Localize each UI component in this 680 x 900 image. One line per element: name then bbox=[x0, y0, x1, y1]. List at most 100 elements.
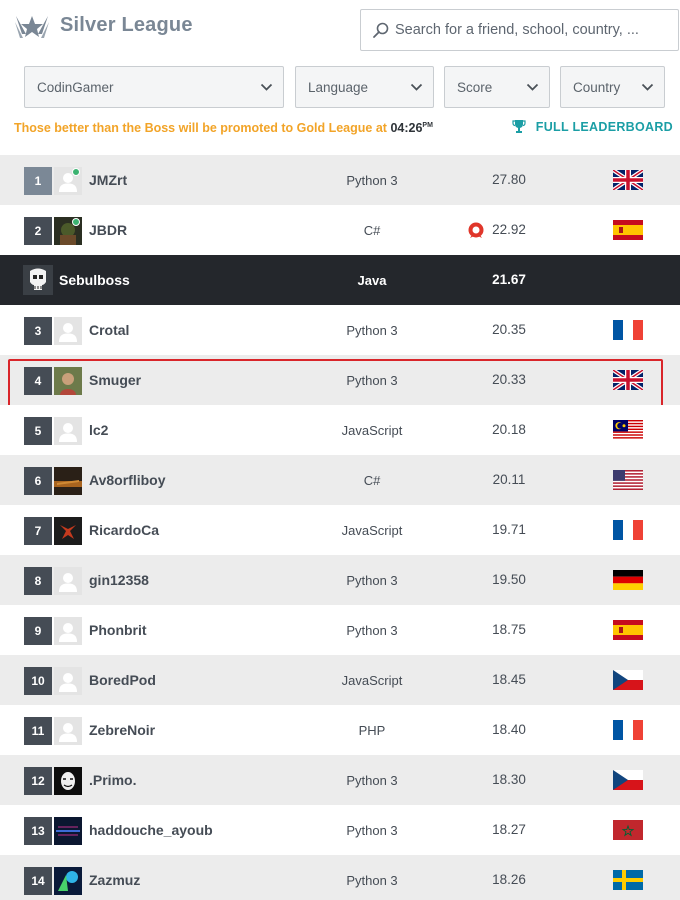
leaderboard-row-selected[interactable]: 4 Smuger Python 3 20.33 bbox=[0, 355, 680, 407]
player-name[interactable]: BoredPod bbox=[89, 672, 156, 688]
player-language: PHP bbox=[358, 723, 386, 738]
leaderboard-row[interactable]: 11 ZebreNoir PHP 18.40 bbox=[0, 705, 680, 755]
player-name[interactable]: JBDR bbox=[89, 222, 127, 238]
country-flag-icon bbox=[613, 170, 643, 190]
player-avatar[interactable] bbox=[54, 767, 82, 795]
leaderboard-row[interactable]: 9 Phonbrit Python 3 18.75 bbox=[0, 605, 680, 655]
player-name[interactable]: JMZrt bbox=[89, 172, 127, 188]
rank-badge: 4 bbox=[24, 367, 52, 395]
player-language: Python 3 bbox=[346, 323, 398, 338]
country-flag-icon bbox=[613, 770, 643, 790]
rank-badge: 2 bbox=[24, 217, 52, 245]
rank-badge: 12 bbox=[24, 767, 52, 795]
rank-badge: 11 bbox=[24, 717, 52, 745]
rank-badge: 13 bbox=[24, 817, 52, 845]
player-avatar[interactable] bbox=[54, 367, 82, 395]
player-avatar[interactable] bbox=[54, 717, 82, 745]
leaderboard-row[interactable]: 6 Av8orfliboy C# 20.11 bbox=[0, 455, 680, 505]
leaderboard-row[interactable]: 5 lc2 JavaScript 20.18 bbox=[0, 405, 680, 455]
leaderboard-row[interactable]: 3 Crotal Python 3 20.35 bbox=[0, 305, 680, 355]
country-filter[interactable]: Country bbox=[560, 66, 665, 108]
league-title: Silver League bbox=[60, 14, 193, 36]
player-avatar[interactable] bbox=[54, 567, 82, 595]
country-flag-icon bbox=[613, 520, 643, 540]
player-avatar[interactable] bbox=[54, 817, 82, 845]
player-score: 18.75 bbox=[492, 622, 526, 637]
rank-badge: 7 bbox=[24, 517, 52, 545]
player-avatar[interactable] bbox=[54, 467, 82, 495]
promotion-time-suffix: PM bbox=[422, 121, 433, 129]
chevron-down-icon bbox=[526, 83, 539, 91]
player-language: Python 3 bbox=[346, 773, 398, 788]
player-score: 20.18 bbox=[492, 422, 526, 437]
rank-badge: 14 bbox=[24, 867, 52, 895]
country-flag-icon bbox=[613, 670, 643, 690]
leaderboard-row[interactable]: 1 JMZrt Python 3 27.80 bbox=[0, 155, 680, 205]
player-language: Python 3 bbox=[346, 873, 398, 888]
leaderboard-row[interactable]: 14 Zazmuz Python 3 18.26 bbox=[0, 855, 680, 900]
player-language: Python 3 bbox=[346, 573, 398, 588]
full-leaderboard-label: FULL LEADERBOARD bbox=[535, 119, 673, 134]
player-name[interactable]: RicardoCa bbox=[89, 522, 159, 538]
country-filter-label: Country bbox=[573, 80, 621, 95]
promotion-time: 04:26 bbox=[390, 121, 423, 135]
score-filter-label: Score bbox=[457, 80, 493, 95]
country-flag-icon bbox=[613, 370, 643, 390]
player-name[interactable]: Phonbrit bbox=[89, 622, 147, 638]
search-box[interactable] bbox=[360, 9, 679, 51]
boss-row[interactable]: Sebulboss Java 21.67 bbox=[0, 255, 680, 305]
leaderboard-row[interactable]: 8 gin12358 Python 3 19.50 bbox=[0, 555, 680, 605]
chevron-down-icon bbox=[410, 83, 423, 91]
leaderboard-row[interactable]: 12 .Primo. Python 3 18.30 bbox=[0, 755, 680, 805]
player-language: JavaScript bbox=[341, 673, 403, 688]
player-score: 19.50 bbox=[492, 572, 526, 587]
leaderboard-row[interactable]: 2 JBDR C# 22.92 bbox=[0, 205, 680, 255]
player-name[interactable]: haddouche_ayoub bbox=[89, 822, 213, 838]
country-flag-icon bbox=[613, 570, 643, 590]
leaderboard-row[interactable]: 10 BoredPod JavaScript 18.45 bbox=[0, 655, 680, 705]
player-avatar[interactable] bbox=[54, 667, 82, 695]
player-language: C# bbox=[363, 473, 381, 488]
player-name[interactable]: lc2 bbox=[89, 422, 108, 438]
player-avatar[interactable] bbox=[54, 517, 82, 545]
country-flag-icon bbox=[613, 420, 643, 440]
player-score: 18.26 bbox=[492, 872, 526, 887]
country-flag-icon bbox=[613, 620, 643, 640]
rank-badge: 10 bbox=[24, 667, 52, 695]
player-avatar[interactable] bbox=[54, 217, 82, 245]
player-avatar[interactable] bbox=[54, 617, 82, 645]
full-leaderboard-link[interactable]: FULL LEADERBOARD bbox=[512, 119, 673, 134]
player-score: 27.80 bbox=[492, 172, 526, 187]
player-name[interactable]: Zazmuz bbox=[89, 872, 140, 888]
player-name[interactable]: gin12358 bbox=[89, 572, 149, 588]
player-avatar[interactable] bbox=[54, 867, 82, 895]
promotion-text: Those better than the Boss will be promo… bbox=[14, 121, 387, 135]
player-score: 18.40 bbox=[492, 722, 526, 737]
leaderboard-row[interactable]: 13 haddouche_ayoub Python 3 18.27 bbox=[0, 805, 680, 855]
score-filter[interactable]: Score bbox=[444, 66, 550, 108]
leaderboard-row[interactable]: 7 RicardoCa JavaScript 19.71 bbox=[0, 505, 680, 555]
player-avatar[interactable] bbox=[54, 317, 82, 345]
rank-badge: 3 bbox=[24, 317, 52, 345]
language-filter[interactable]: Language bbox=[295, 66, 434, 108]
player-avatar[interactable] bbox=[54, 167, 82, 195]
online-status-dot bbox=[72, 218, 80, 226]
boss-skull-avatar bbox=[23, 265, 53, 295]
player-name[interactable]: ZebreNoir bbox=[89, 722, 155, 738]
search-input[interactable] bbox=[395, 18, 671, 42]
country-flag-icon bbox=[613, 320, 643, 340]
codingamer-filter[interactable]: CodinGamer bbox=[24, 66, 284, 108]
player-name[interactable]: Crotal bbox=[89, 322, 129, 338]
trophy-icon bbox=[512, 120, 526, 133]
player-score: 22.92 bbox=[492, 222, 526, 237]
player-name[interactable]: Smuger bbox=[89, 372, 141, 388]
boss-name[interactable]: Sebulboss bbox=[59, 272, 130, 288]
online-status-dot bbox=[72, 168, 80, 176]
player-language: Python 3 bbox=[346, 373, 398, 388]
player-avatar[interactable] bbox=[54, 417, 82, 445]
country-flag-icon bbox=[613, 870, 643, 890]
player-name[interactable]: .Primo. bbox=[89, 772, 136, 788]
player-language: Python 3 bbox=[346, 173, 398, 188]
chevron-down-icon bbox=[641, 83, 654, 91]
player-name[interactable]: Av8orfliboy bbox=[89, 472, 166, 488]
